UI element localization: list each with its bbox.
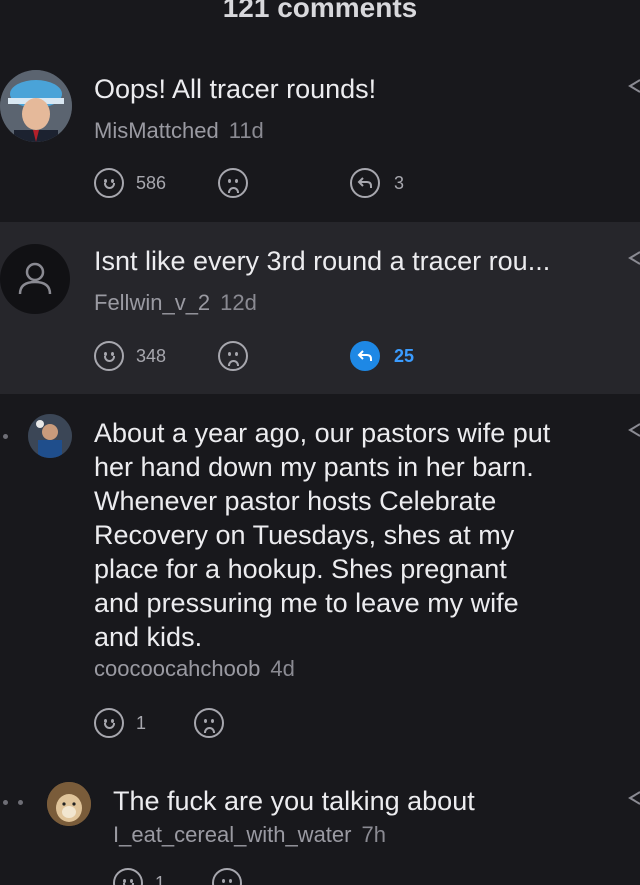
avatar-image [47,782,91,826]
thread-depth-dot [3,434,8,439]
comment-item[interactable]: Isnt like every 3rd round a tracer rou..… [0,222,640,394]
reply-icon [350,341,380,371]
smile-icon [94,168,124,198]
comment-item[interactable]: About a year ago, our pastors wife put h… [0,396,640,756]
comment-item[interactable]: Oops! All tracer rounds! MisMattched 11d … [0,40,640,220]
avatar-image [28,414,72,458]
comments-count-title: 121 comments [222,0,418,23]
upvote-count: 1 [136,712,147,733]
frown-icon [194,708,224,738]
thread-depth-dot [3,800,8,805]
reply-count: 3 [394,172,405,193]
smile-icon [94,341,124,371]
smile-icon [113,868,143,885]
frown-icon [218,341,248,371]
comment-text: Oops! All tracer rounds! [94,74,377,104]
comment-meta: Fellwin_v_2 12d [94,290,257,316]
downvote-button[interactable] [218,168,248,198]
comment-author[interactable]: I_eat_cereal_with_water [113,822,351,847]
reply-button[interactable]: 3 [350,168,404,198]
thread-depth-dot [18,800,23,805]
comment-text: About a year ago, our pastors wife put h… [94,418,551,652]
frown-icon [218,168,248,198]
comment-age: 12d [220,290,257,315]
comment-age: 7h [361,822,386,847]
chevron-left-icon[interactable] [624,420,640,440]
comment-item[interactable]: The fuck are you talking about I_eat_cer… [0,770,640,885]
comment-text: Isnt like every 3rd round a tracer rou..… [94,246,551,276]
comment-author[interactable]: Fellwin_v_2 [94,290,210,315]
comments-header: 121 comments [0,0,640,40]
comment-author[interactable]: MisMattched [94,118,219,143]
avatar-image [0,70,72,142]
user-avatar[interactable] [47,782,91,826]
smile-icon [94,708,124,738]
downvote-button[interactable] [218,341,248,371]
user-avatar[interactable] [0,70,72,142]
upvote-button[interactable]: 348 [94,341,166,371]
reply-button[interactable]: 25 [350,341,414,371]
chevron-left-icon[interactable] [624,788,640,808]
reply-icon [350,168,380,198]
user-avatar[interactable] [28,414,72,458]
upvote-button[interactable]: 586 [94,168,166,198]
comment-meta: coocoocahchoob 4d [94,656,295,682]
user-icon [18,262,52,295]
upvote-button[interactable]: 1 [113,868,165,885]
upvote-count: 586 [136,172,167,193]
chevron-left-icon[interactable] [624,248,640,268]
comment-age: 11d [228,118,264,143]
comment-text: The fuck are you talking about [113,786,475,816]
upvote-button[interactable]: 1 [94,708,146,738]
downvote-button[interactable] [194,708,224,738]
comment-age: 4d [270,656,295,681]
downvote-button[interactable] [212,868,242,885]
reply-count: 25 [394,345,415,366]
upvote-count: 1 [155,872,166,885]
upvote-count: 348 [136,345,167,366]
user-avatar-placeholder[interactable] [0,244,70,314]
comment-author[interactable]: coocoocahchoob [94,656,260,681]
comment-meta: MisMattched 11d [94,118,264,144]
chevron-left-icon[interactable] [624,76,640,96]
comment-meta: I_eat_cereal_with_water 7h [113,822,386,848]
frown-icon [212,868,242,885]
